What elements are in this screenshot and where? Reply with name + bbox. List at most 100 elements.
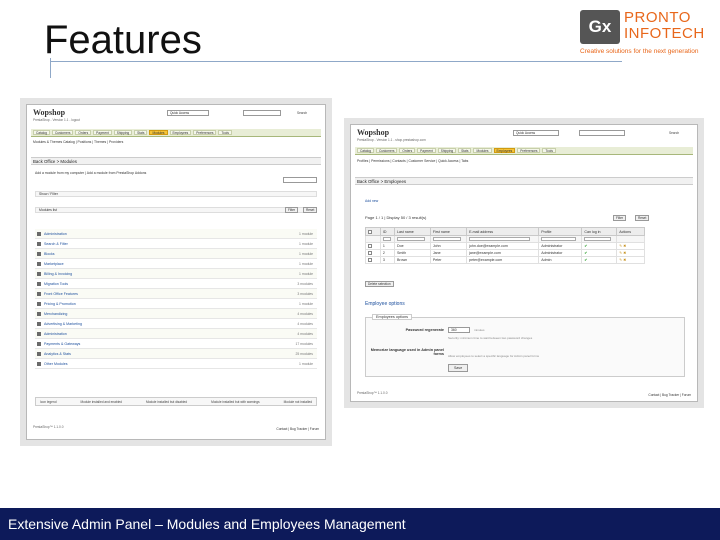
module-category-row[interactable]: Merchandizing 4 modules — [35, 309, 317, 319]
delete-icon[interactable]: ✖ — [623, 258, 626, 262]
reset-button[interactable]: Reset — [635, 215, 650, 221]
tab-stats[interactable]: Stats — [134, 130, 148, 135]
module-category-name: Merchandizing — [44, 312, 68, 316]
pagination[interactable]: Page 1 / 1 | Display 50 / 3 result(s) — [365, 215, 426, 220]
quick-access-select[interactable]: Quick Access — [167, 110, 209, 116]
module-category-row[interactable]: Search & Filter 1 module — [35, 239, 317, 249]
footer-version: PrestaShop™ 1.1.0.0 — [33, 425, 64, 429]
col-id[interactable]: ID — [379, 227, 395, 236]
search-input[interactable] — [243, 110, 281, 116]
cell-email: peter@example.com — [466, 256, 540, 264]
filter-lastname-input[interactable] — [396, 237, 425, 242]
col-email[interactable]: E-mail address — [466, 227, 540, 236]
filter-canlogin-select[interactable] — [584, 237, 612, 242]
tab-employees[interactable]: Employees — [493, 148, 516, 153]
tab-shipping[interactable]: Shipping — [437, 148, 457, 153]
save-button[interactable]: Save — [448, 364, 469, 372]
sub-navigation[interactable]: Modules & Themes Catalog | Positions | T… — [31, 140, 321, 146]
cell-id: 3 — [379, 256, 395, 264]
module-category-row[interactable]: Advertising & Marketing 4 modules — [35, 319, 317, 329]
edit-icon[interactable]: ✎ — [619, 251, 622, 255]
tab-tools[interactable]: Tools — [218, 130, 232, 135]
tab-payment[interactable]: Payment — [93, 130, 112, 135]
delete-selection-button[interactable]: Delete selection — [365, 281, 394, 287]
module-category-row[interactable]: Blocks 1 module — [35, 249, 317, 259]
delete-icon[interactable]: ✖ — [623, 251, 626, 255]
filter-profile-select[interactable] — [541, 237, 576, 242]
legend-disabled: Module installed but disabled — [145, 400, 188, 404]
sub-navigation[interactable]: Profiles | Permissions | Contacts | Cust… — [355, 159, 693, 165]
tab-customers[interactable]: Customers — [376, 148, 398, 153]
tab-employees[interactable]: Employees — [169, 130, 192, 135]
password-regenerate-input[interactable]: 360 — [448, 327, 470, 333]
module-category-row[interactable]: Administration 4 modules — [35, 329, 317, 339]
col-firstname[interactable]: First name — [429, 227, 468, 236]
tab-orders[interactable]: Orders — [75, 130, 92, 135]
tab-stats[interactable]: Stats — [458, 148, 472, 153]
module-category-count: 1 module — [299, 272, 313, 276]
search-button[interactable]: Search — [669, 131, 679, 135]
module-category-row[interactable]: Marketplace 1 module — [35, 259, 317, 269]
edit-icon[interactable]: ✎ — [619, 244, 622, 248]
tab-customers[interactable]: Customers — [52, 130, 74, 135]
select-all-checkbox[interactable] — [368, 229, 372, 234]
tab-orders[interactable]: Orders — [399, 148, 416, 153]
row-checkbox[interactable] — [368, 244, 372, 249]
filter-button[interactable]: Filter — [613, 215, 627, 221]
tab-shipping[interactable]: Shipping — [113, 130, 133, 135]
filter-firstname-input[interactable] — [432, 237, 461, 242]
tab-preferences[interactable]: Preferences — [193, 130, 217, 135]
add-module-links[interactable]: Add a module from my computer | Add a mo… — [35, 171, 146, 175]
module-category-row[interactable]: Front Office Features 3 modules — [35, 289, 317, 299]
tab-preferences[interactable]: Preferences — [517, 148, 541, 153]
filter-button[interactable]: Filter — [285, 207, 299, 213]
shop-crumb: PrestaShop - Version 1.1 - shop.prestash… — [357, 138, 426, 142]
col-canlogin[interactable]: Can log in — [581, 227, 618, 236]
footer-links[interactable]: Contact | Bug Tracker | Forum — [648, 393, 691, 397]
col-lastname[interactable]: Last name — [393, 227, 431, 236]
search-input[interactable] — [579, 130, 625, 136]
module-category-row[interactable]: Analytics & Stats 25 modules — [35, 349, 317, 359]
module-category-row[interactable]: Pricing & Promotion 1 module — [35, 299, 317, 309]
module-category-name: Administration — [44, 232, 67, 236]
module-category-count: 1 module — [299, 252, 313, 256]
col-profile[interactable]: Profile — [538, 227, 583, 236]
module-category-row[interactable]: Migration Tools 3 modules — [35, 279, 317, 289]
module-category-name: Search & Filter — [44, 242, 68, 246]
logo-tagline: Creative solutions for the next generati… — [580, 48, 699, 55]
search-button[interactable]: Search — [297, 111, 307, 115]
shop-brand: Wopshop — [33, 108, 66, 117]
add-new-link[interactable]: Add new — [365, 199, 378, 203]
table-row[interactable]: 2 Smith Jane jane@example.com Administrator ✔… — [365, 249, 645, 257]
quick-access-select[interactable]: Quick Access — [513, 130, 559, 136]
module-category-count: 1 module — [299, 262, 313, 266]
reset-button[interactable]: Reset — [303, 207, 318, 213]
module-search-input[interactable] — [283, 177, 317, 183]
tab-tools[interactable]: Tools — [542, 148, 556, 153]
row-checkbox[interactable] — [368, 251, 372, 256]
edit-icon[interactable]: ✎ — [619, 258, 622, 262]
shop-brand: Wopshop — [357, 128, 390, 137]
module-category-row[interactable]: Other Modules 1 module — [35, 359, 317, 369]
row-checkbox[interactable] — [368, 258, 372, 263]
employees-table: ID Last name First name E-mail address P… — [365, 227, 645, 264]
module-category-row[interactable]: Payments & Gateways 17 modules — [35, 339, 317, 349]
delete-icon[interactable]: ✖ — [623, 244, 626, 248]
folder-icon — [37, 342, 41, 346]
tab-catalog[interactable]: Catalog — [33, 130, 50, 135]
tab-catalog[interactable]: Catalog — [357, 148, 374, 153]
employees-screenshot: Wopshop PrestaShop - Version 1.1 - shop.… — [350, 124, 698, 402]
table-row[interactable]: 1 Doe John john.doe@example.com Administrato… — [365, 242, 645, 250]
footer-links[interactable]: Contact | Bug Tracker | Forum — [276, 427, 319, 431]
filter-email-input[interactable] — [469, 237, 530, 242]
footer-caption: Extensive Admin Panel – Modules and Empl… — [8, 516, 406, 532]
tab-modules[interactable]: Modules — [473, 148, 492, 153]
module-category-row[interactable]: Administration 1 module — [35, 229, 317, 239]
tab-modules[interactable]: Modules — [149, 130, 168, 135]
tab-payment[interactable]: Payment — [417, 148, 436, 153]
modules-list-label: Modules list — [39, 208, 57, 212]
module-category-row[interactable]: Billing & Invoicing 1 module — [35, 269, 317, 279]
filter-id-input[interactable] — [382, 237, 392, 242]
folder-icon — [37, 232, 41, 236]
table-row[interactable]: 3 Brown Peter peter@example.com Admin ✔ ✎ ✖ — [365, 256, 645, 264]
